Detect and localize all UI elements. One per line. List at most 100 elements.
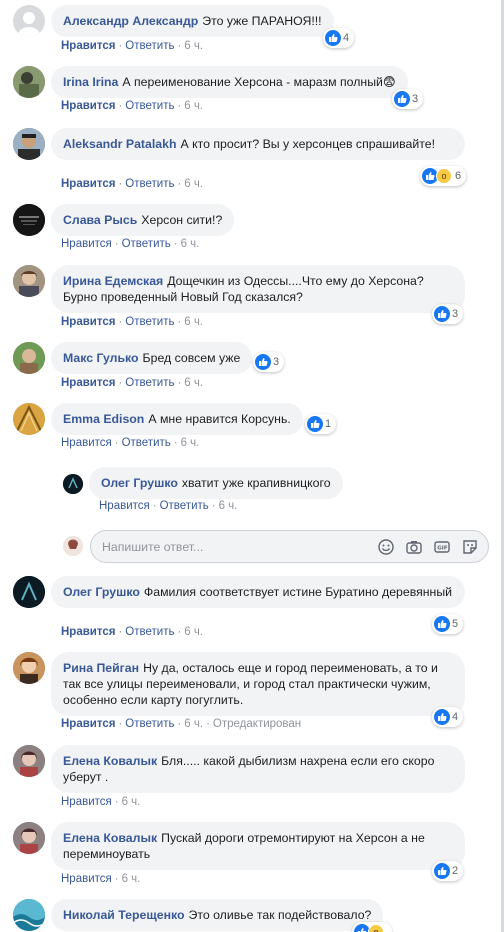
comment-bubble: Николай Терещенко Это оливье так подейств… [51,899,384,931]
comment-text: Херсон сити!? [141,213,223,227]
comment-actions: Нравится · Ответить · 6 ч. · Отредактирован [61,718,302,730]
reply-link[interactable]: Ответить [125,377,174,389]
reaction-count[interactable]: o [352,922,392,932]
comment-bubble: Aleksandr Patalakh А кто просит? Вы у хер… [51,128,465,160]
comment-bubble: Александр Александр Это уже ПАРАНОЯ!!! [51,5,334,37]
reply-link[interactable]: Ответить [122,437,171,449]
like-reaction-icon [307,416,323,432]
avatar[interactable] [13,403,45,435]
comment-actions: Нравится · Ответить · 6 ч. [61,178,204,190]
comment-author[interactable]: Олег Грушко [63,585,140,599]
reply-input[interactable]: Напишите ответ... GIF [90,530,489,563]
comment-actions: Нравится · 6 ч. [61,796,141,808]
comment-text: Это оливье так подействовало? [188,908,372,922]
avatar[interactable] [13,576,45,608]
avatar[interactable] [13,5,45,37]
comment-author[interactable]: Aleksandr Patalakh [63,137,176,151]
like-reaction-icon [434,306,450,322]
comment-bubble: Emma Edison А мне нравится Корсунь. [51,403,303,435]
reaction-count[interactable]: 3 [253,352,285,372]
timestamp[interactable]: 6 ч. [184,178,203,190]
timestamp[interactable]: 6 ч. [184,316,203,328]
like-link[interactable]: Нравится [61,796,112,808]
avatar[interactable] [13,342,45,374]
avatar[interactable] [13,745,45,777]
avatar[interactable] [63,474,83,494]
reaction-count[interactable]: 5 [432,614,464,634]
like-link[interactable]: Нравится [61,437,112,449]
comment-bubble: Ирина Едемская Дощечкин из Одессы....Что … [51,265,465,313]
edited-label[interactable]: Отредактирован [213,718,301,730]
comment-actions: Нравится · Ответить · 6 ч. [61,626,204,638]
avatar[interactable] [13,204,45,236]
comment-text: А кто просит? Вы у херсонцев спрашивайте… [180,137,435,151]
avatar[interactable] [13,265,45,297]
like-link[interactable]: Нравится [61,377,115,389]
like-reaction-icon [434,863,450,879]
reaction-count[interactable]: 3 [432,304,464,324]
like-link[interactable]: Нравится [61,316,115,328]
like-link[interactable]: Нравится [61,718,115,730]
comment-author[interactable]: Ирина Едемская [63,274,163,288]
timestamp[interactable]: 6 ч. [184,626,203,638]
like-link[interactable]: Нравится [61,178,115,190]
comment-actions: Нравится · Ответить · 6 ч. [61,100,204,112]
comment-author[interactable]: Emma Edison [63,412,144,426]
timestamp[interactable]: 6 ч. [181,437,200,449]
timestamp[interactable]: 6 ч. [184,377,203,389]
comment-author[interactable]: Слава Рысь [63,213,137,227]
comment-author[interactable]: Елена Ковалык [63,831,157,845]
timestamp[interactable]: 6 ч. [181,238,200,250]
reply-link[interactable]: Ответить [125,718,174,730]
comment-author[interactable]: Олег Грушко [101,476,178,490]
reply-link[interactable]: Ответить [125,316,174,328]
like-link[interactable]: Нравится [61,873,112,885]
comment-author[interactable]: Александр Александр [63,14,198,28]
reply-link[interactable]: Ответить [125,40,174,52]
like-link[interactable]: Нравится [99,500,150,512]
comment-author[interactable]: Макс Гулько [63,351,139,365]
like-link[interactable]: Нравится [61,238,112,250]
avatar[interactable] [13,899,45,931]
comment-bubble: Олег Грушко Фамилия соответствует истине … [51,576,465,608]
reply-link[interactable]: Ответить [160,500,209,512]
reply-link[interactable]: Ответить [125,626,174,638]
reaction-count[interactable]: 3 [392,89,424,109]
current-user-avatar [63,536,83,556]
comment-author[interactable]: Елена Ковалык [63,754,157,768]
like-reaction-icon [255,354,271,370]
camera-icon[interactable] [405,538,423,556]
gif-icon[interactable]: GIF [433,538,451,556]
comment-author[interactable]: Рина Пейган [63,661,139,675]
reply-link[interactable]: Ответить [122,238,171,250]
sticker-icon[interactable] [461,538,479,556]
reaction-count[interactable]: o6 [420,166,467,186]
reaction-count[interactable]: 4 [432,707,464,727]
reply-link[interactable]: Ответить [125,100,174,112]
timestamp[interactable]: 6 ч. [184,40,203,52]
reaction-count[interactable]: 2 [432,861,464,881]
timestamp[interactable]: 6 ч. [122,796,141,808]
like-link[interactable]: Нравится [61,40,115,52]
reaction-count[interactable]: 1 [305,414,337,434]
reply-placeholder: Напишите ответ... [102,540,204,554]
emoji-icon[interactable] [377,538,395,556]
like-link[interactable]: Нравится [61,100,115,112]
comment-actions: Нравится · Ответить · 6 ч. [99,500,238,512]
comment-author[interactable]: Irina Irina [63,75,118,89]
timestamp[interactable]: 6 ч. [184,718,203,730]
comment-author[interactable]: Николай Терещенко [63,908,185,922]
reply-link[interactable]: Ответить [125,178,174,190]
timestamp[interactable]: 6 ч. [184,100,203,112]
comment-text: Это уже ПАРАНОЯ!!! [202,14,322,28]
avatar[interactable] [13,128,45,160]
comment-bubble: Елена Ковалык Бля..... какой дыбилизм нах… [51,745,465,793]
avatar[interactable] [13,652,45,684]
timestamp[interactable]: 6 ч. [122,873,141,885]
avatar[interactable] [13,66,45,98]
timestamp[interactable]: 6 ч. [219,500,238,512]
like-link[interactable]: Нравится [61,626,115,638]
avatar[interactable] [13,822,45,854]
comment-actions: Нравится · 6 ч. [61,873,141,885]
reaction-count[interactable]: 4 [323,28,355,48]
